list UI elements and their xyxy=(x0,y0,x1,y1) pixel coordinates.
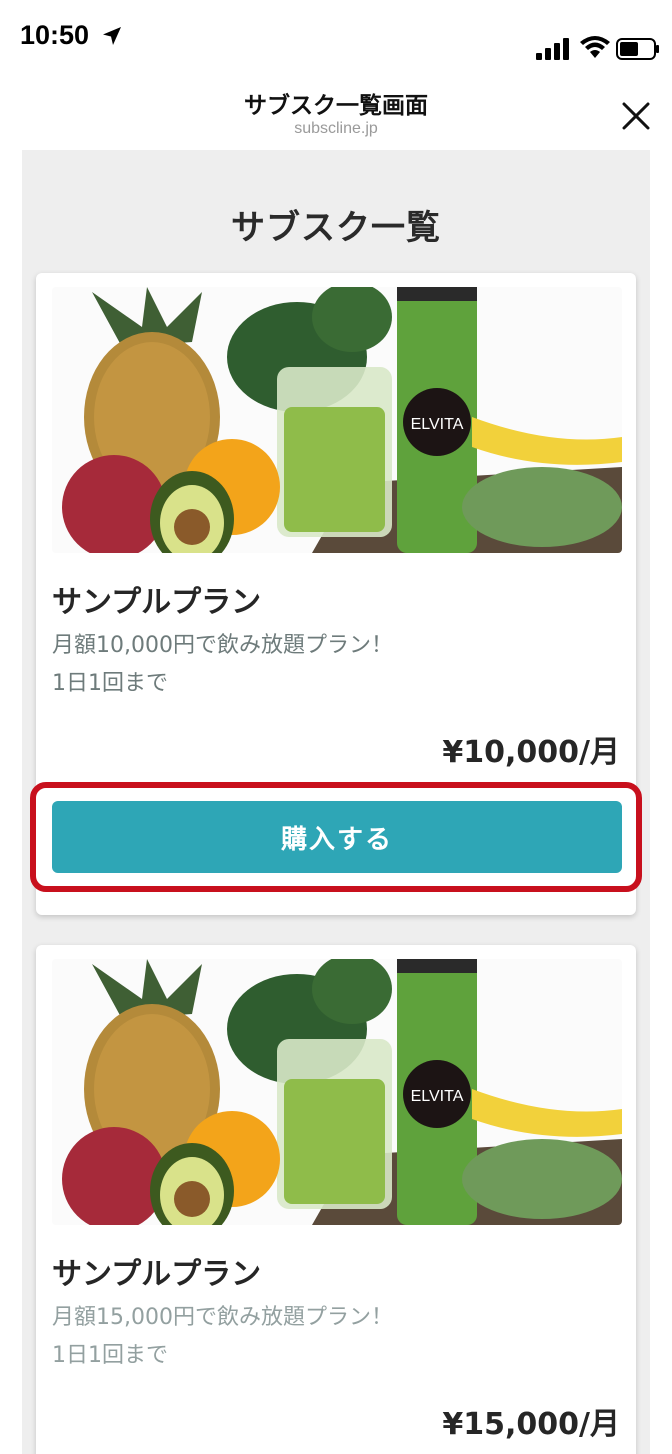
plan-title: サンプルプラン xyxy=(52,1257,262,1292)
plan-desc-line: 1日1回まで xyxy=(52,671,168,696)
plan-desc-line: 月額10,000円で飲み放題プラン！ xyxy=(52,633,393,658)
page-url: subscline.jp xyxy=(294,120,378,137)
plan-price: ¥15,000/月 xyxy=(442,1407,620,1442)
page-title: サブスク一覧画面 xyxy=(244,93,428,119)
plan-desc-line: 1日1回まで xyxy=(52,1343,168,1368)
status-bar: 10:50 xyxy=(0,0,672,72)
plan-description: 月額10,000円で飲み放題プラン！ 1日1回まで xyxy=(52,627,612,703)
brand-label: ELVITA xyxy=(411,1088,464,1105)
plan-card: ELVITA サンプルプラン 月額15,000円で飲み放題プラン！ 1日1回まで… xyxy=(36,945,636,1454)
battery-icon xyxy=(616,38,659,60)
plan-description: 月額15,000円で飲み放題プラン！ 1日1回まで xyxy=(52,1299,612,1375)
status-time: 10:50 xyxy=(20,20,90,50)
plan-price: ¥10,000/月 xyxy=(442,735,620,770)
plan-image: ELVITA xyxy=(52,959,622,1225)
highlight-annotation xyxy=(30,782,642,892)
plan-title: サンプルプラン xyxy=(52,585,262,620)
plan-image: ELVITA xyxy=(52,287,622,553)
plan-desc-line: 月額15,000円で飲み放題プラン！ xyxy=(52,1305,393,1330)
browser-header: サブスク一覧画面 subscline.jp xyxy=(0,72,672,150)
signal-icon xyxy=(536,38,569,60)
list-heading: サブスク一覧 xyxy=(231,208,441,248)
location-arrow-icon xyxy=(103,27,121,45)
wifi-icon xyxy=(580,36,610,58)
close-icon[interactable] xyxy=(618,98,654,134)
brand-label: ELVITA xyxy=(411,416,464,433)
